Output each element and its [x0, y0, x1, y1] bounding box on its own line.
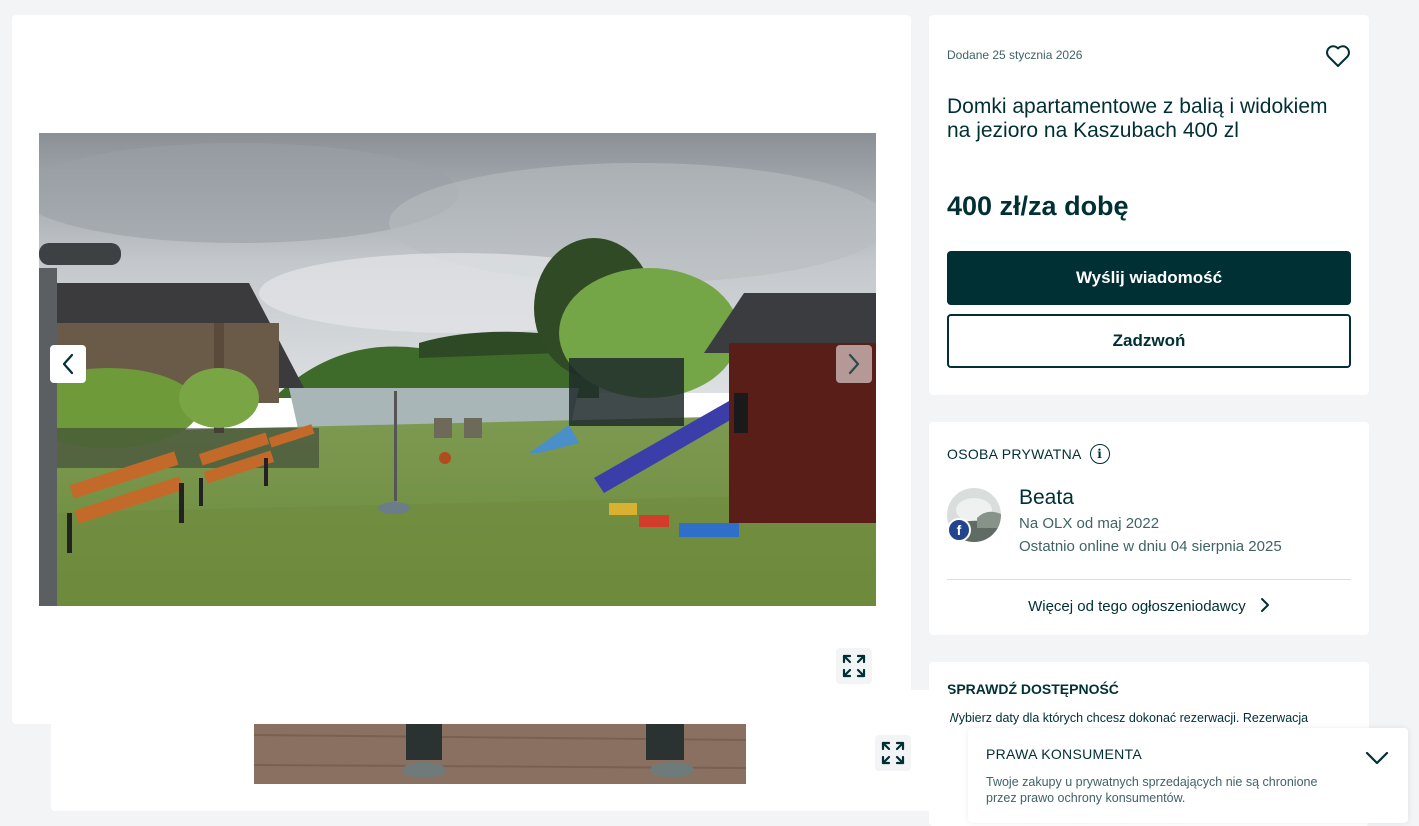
- seller-member-since: Na OLX od maj 2022: [1019, 515, 1160, 532]
- gallery-next-button[interactable]: [836, 345, 872, 383]
- consumer-rights-panel: PRAWA KONSUMENTA Twoje zakupy u prywatny…: [968, 728, 1408, 823]
- consumer-rights-toggle[interactable]: [1362, 746, 1392, 770]
- more-from-seller-link[interactable]: Więcej od tego ogłoszeniodawcy: [929, 597, 1369, 615]
- send-message-button[interactable]: Wyślij wiadomość: [947, 251, 1351, 305]
- ad-details-card: Dodane 25 stycznia 2026 Domki apartament…: [929, 15, 1369, 395]
- ad-price: 400 zł/za dobę: [947, 191, 1129, 221]
- seller-name: Beata: [1019, 486, 1074, 509]
- seller-card: OSOBA PRYWATNA i f Beata Na OLX od maj 2…: [929, 422, 1369, 635]
- call-button[interactable]: Zadzwoń: [947, 314, 1351, 368]
- availability-text: Wybierz daty dla których chcesz dokonać …: [947, 711, 1309, 725]
- seller-last-online: Ostatnio online w dniu 04 sierpnia 2025: [1019, 538, 1282, 555]
- listing-photo-image: [39, 133, 876, 606]
- chevron-down-icon: [1365, 751, 1389, 765]
- consumer-rights-text: Twoje zakupy u prywatnych sprzedających …: [986, 775, 1318, 805]
- expand-icon: [881, 741, 905, 765]
- photo-gallery: [12, 15, 911, 724]
- seller-type: OSOBA PRYWATNA i: [947, 444, 1110, 464]
- fullscreen-button-secondary[interactable]: [875, 735, 911, 771]
- favorite-button[interactable]: [1323, 41, 1353, 71]
- info-icon[interactable]: i: [1089, 444, 1110, 464]
- ad-posted-date: Dodane 25 stycznia 2026: [947, 48, 1083, 62]
- expand-icon: [842, 654, 866, 678]
- fullscreen-button[interactable]: [836, 648, 872, 684]
- heart-icon: [1326, 45, 1350, 67]
- divider: [947, 579, 1351, 580]
- chevron-left-icon: [62, 353, 74, 375]
- chevron-right-icon: [848, 353, 860, 375]
- gallery-prev-button[interactable]: [50, 345, 86, 383]
- availability-title: SPRAWDŹ DOSTĘPNOŚĆ: [947, 681, 1119, 697]
- more-from-seller-label: Więcej od tego ogłoszeniodawcy: [1028, 598, 1246, 615]
- ad-title: Domki apartamentowe z balią i widokiem n…: [947, 95, 1328, 142]
- facebook-icon: f: [947, 518, 971, 542]
- listing-photo[interactable]: [39, 133, 876, 606]
- seller-type-label: OSOBA PRYWATNA: [947, 446, 1082, 462]
- consumer-rights-title: PRAWA KONSUMENTA: [986, 746, 1142, 762]
- chevron-right-icon: [1260, 598, 1269, 612]
